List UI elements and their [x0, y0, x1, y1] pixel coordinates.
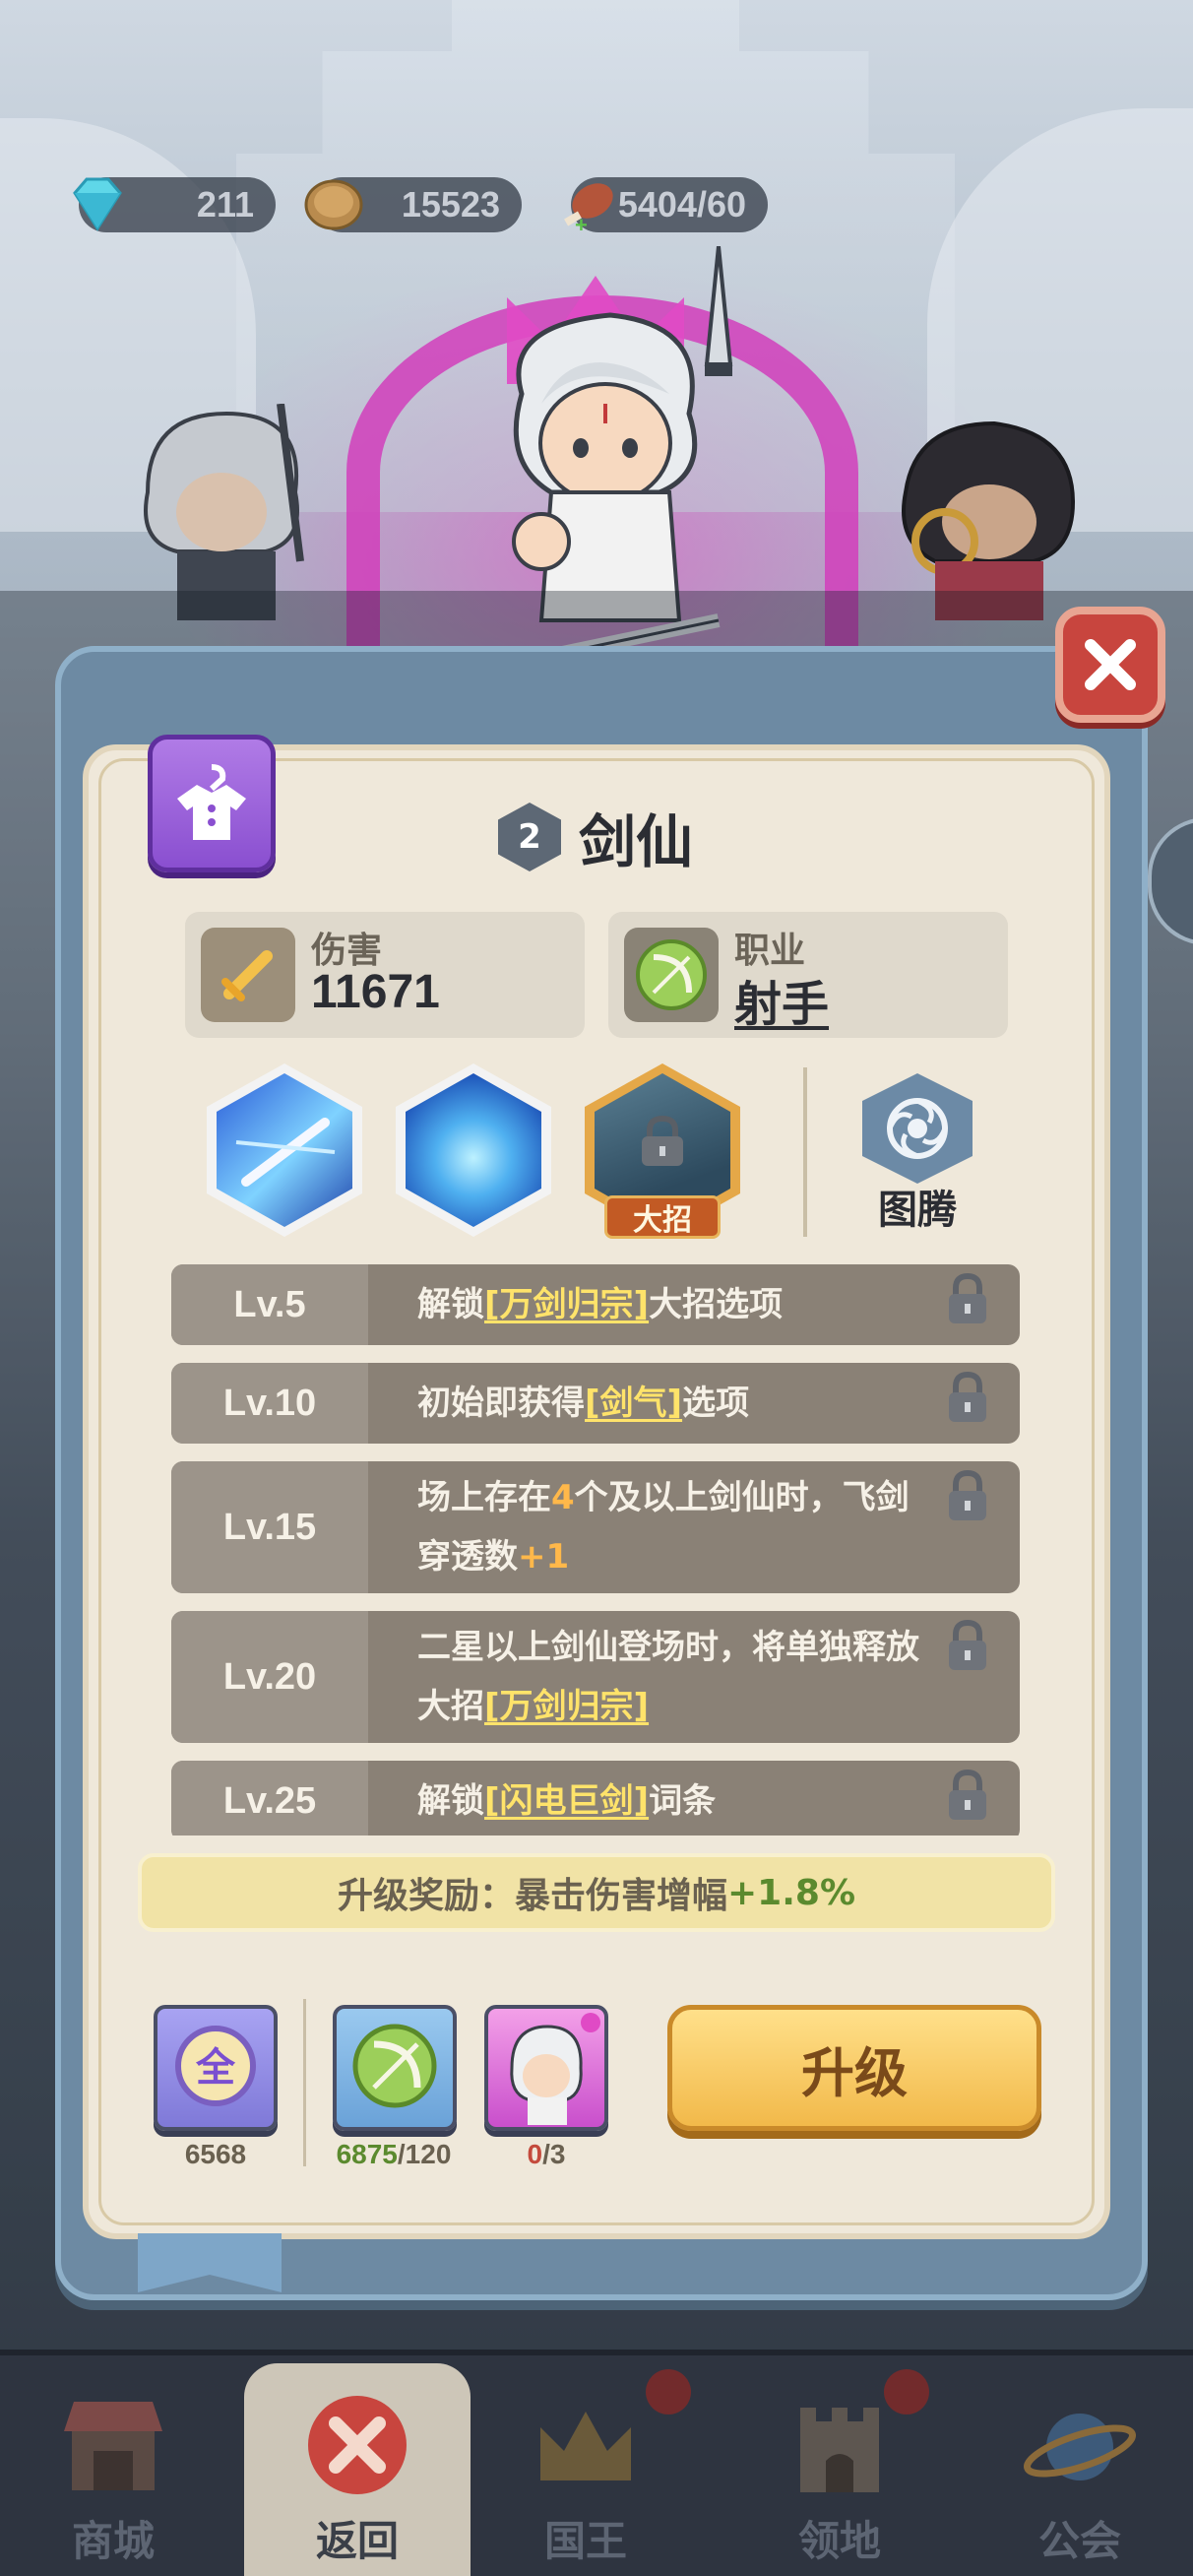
svg-text:+: +	[575, 213, 588, 236]
notification-dot	[646, 2369, 691, 2415]
meat-icon: +	[564, 183, 613, 236]
damage-value: 11671	[311, 966, 440, 1018]
totem-icon	[887, 1098, 948, 1159]
hero-portrait-icon	[510, 2013, 600, 2125]
bow-icon	[624, 928, 719, 1022]
skill-link[interactable]: [剑气]	[585, 1384, 682, 1423]
gem-count: 211	[196, 184, 254, 225]
skin-button[interactable]	[148, 735, 276, 872]
level-badge: Lv.20	[171, 1611, 368, 1743]
stamina-counter: + 5404/60	[564, 177, 768, 236]
hero-title: 2 剑仙	[498, 803, 693, 875]
level-desc: 二星以上剑仙登场时，将单独释放大招[万剑归宗]	[417, 1628, 919, 1726]
level-row: Lv.10 初始即获得[剑气]选项	[171, 1363, 1020, 1444]
level-row: Lv.5 解锁[万剑归宗]大招选项	[171, 1264, 1020, 1345]
skill-divider	[803, 1067, 807, 1237]
level-desc: 解锁[万剑归宗]大招选项	[417, 1285, 784, 1324]
shop-icon	[64, 2402, 162, 2490]
coin-icon	[304, 179, 363, 230]
crown-icon	[540, 2412, 631, 2480]
lock-icon	[642, 1115, 683, 1166]
level-badge: Lv.15	[171, 1461, 368, 1593]
outfit-icon	[177, 764, 246, 840]
skill-link[interactable]: [闪电巨剑]	[484, 1781, 649, 1821]
universal-shard-icon: 全	[175, 2026, 256, 2106]
level-desc: 场上存在4个及以上剑仙时，飞剑穿透数+1	[417, 1478, 910, 1577]
class-value[interactable]: 射手	[734, 965, 829, 1034]
lock-icon	[949, 1371, 986, 1422]
nav-label: 公会	[1037, 2517, 1121, 2565]
close-icon	[1085, 639, 1136, 690]
lock-icon	[949, 1272, 986, 1323]
lock-icon	[949, 1469, 986, 1520]
skill-link[interactable]: [万剑归宗]	[484, 1687, 649, 1726]
level-row: Lv.25 解锁[闪电巨剑]词条	[171, 1761, 1020, 1835]
sword-icon	[201, 928, 295, 1022]
hero-card-count: 0/3	[527, 2139, 566, 2169]
nav-label: 返回	[315, 2517, 399, 2565]
castle-icon	[800, 2408, 879, 2492]
level-desc: 解锁[闪电巨剑]词条	[417, 1781, 717, 1821]
gem-counter: 211	[73, 177, 276, 232]
reward-value: +1.8%	[727, 1872, 856, 1913]
universal-shard-count: 6568	[184, 2139, 247, 2169]
level-badge: Lv.5	[171, 1264, 368, 1345]
notification-dot	[884, 2369, 929, 2415]
skill-link[interactable]: [万剑归宗]	[484, 1285, 649, 1324]
lock-icon	[949, 1769, 986, 1820]
star-level-badge: 2	[498, 803, 561, 871]
level-badge: Lv.10	[171, 1363, 368, 1444]
planet-icon	[1024, 2414, 1136, 2480]
nav-back[interactable]: 返回	[244, 2363, 471, 2576]
level-badge: Lv.25	[171, 1761, 368, 1835]
class-shard-item[interactable]	[333, 2005, 457, 2131]
class-shard-count: 6875/120	[336, 2139, 452, 2169]
nav-label: 国王	[543, 2517, 627, 2565]
damage-stat: 伤害 11671	[185, 912, 585, 1038]
reward-label: 升级奖励：暴击伤害增幅	[337, 1876, 727, 1916]
diamond-icon	[73, 177, 122, 231]
coin-count: 15523	[401, 184, 500, 225]
coin-counter: 15523	[304, 177, 522, 232]
nav-shop[interactable]: 商城	[0, 2363, 226, 2576]
close-icon	[308, 2396, 407, 2494]
universal-shard-item[interactable]: 全	[154, 2005, 278, 2131]
close-button[interactable]	[1055, 607, 1165, 723]
upgrade-reward: 升级奖励：暴击伤害增幅 +1.8%	[138, 1853, 1055, 1932]
sword-slash-skill-icon	[217, 1073, 352, 1227]
nav-label: 领地	[797, 2517, 881, 2565]
level-row: Lv.20 二星以上剑仙登场时，将单独释放大招[万剑归宗]	[171, 1611, 1020, 1743]
totem-label: 图腾	[878, 1188, 957, 1233]
lock-icon	[949, 1619, 986, 1670]
nav-guild[interactable]: 公会	[967, 2363, 1193, 2576]
class-stat[interactable]: 职业 射手	[608, 912, 1008, 1038]
level-row: Lv.15 场上存在4个及以上剑仙时，飞剑穿透数+1	[171, 1461, 1020, 1593]
stamina-count: 5404/60	[617, 184, 746, 225]
level-unlock-list[interactable]: Lv.5 解锁[万剑归宗]大招选项 Lv.10 初始即获得[剑气]选项 Lv.1…	[171, 1264, 1020, 1835]
svg-text:全: 全	[195, 2045, 236, 2091]
bow-shard-icon	[352, 2024, 437, 2108]
level-desc: 初始即获得[剑气]选项	[417, 1384, 750, 1423]
hero-card-item[interactable]	[484, 2005, 608, 2131]
hero-name: 剑仙	[579, 808, 694, 875]
upgrade-button[interactable]: 升级	[667, 2005, 1041, 2131]
nav-label: 商城	[71, 2517, 155, 2565]
sword-burst-skill-icon	[406, 1073, 541, 1227]
ultimate-tag: 大招	[604, 1195, 721, 1239]
item-divider	[303, 1999, 306, 2166]
